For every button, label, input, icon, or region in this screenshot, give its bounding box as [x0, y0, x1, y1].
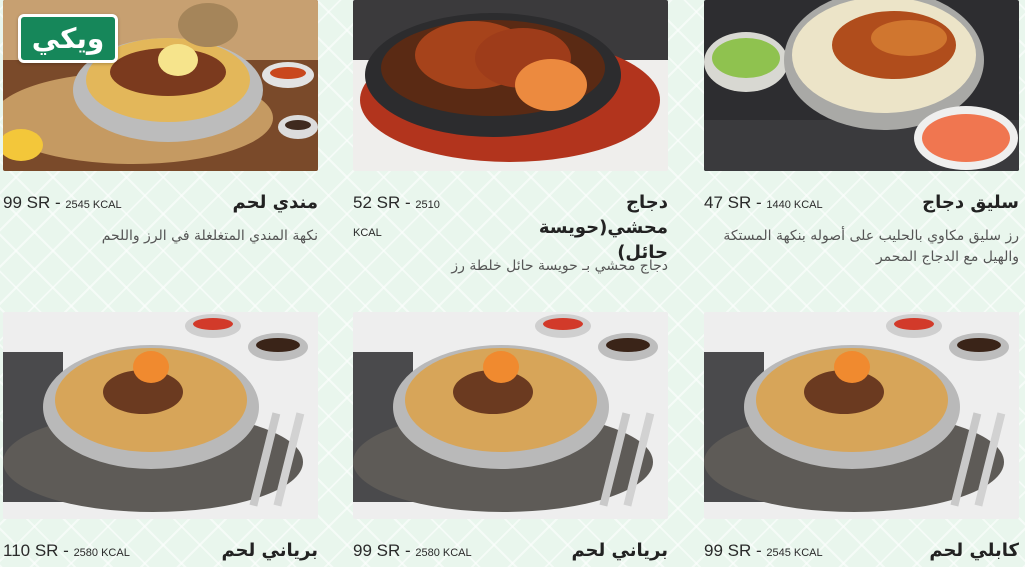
dish-description: رز سليق مكاوي بالحليب على أصوله بنكهة ال… [723, 228, 1019, 265]
dish-description: دجاج محشي بـ حويسة حائل خلطة رز [451, 258, 668, 274]
dish-price: 99 SR - 2545 KCAL [704, 541, 823, 560]
dish-name: كابلي لحم [929, 540, 1019, 561]
dish-name: دجاج محشي(حويسة حائل) [538, 192, 668, 263]
dish-description: نكهة المندي المتغلغلة في الرز واللحم [101, 228, 318, 244]
dish-price: 110 SR - 2580 KCAL [3, 541, 130, 560]
dish-photo [353, 0, 668, 171]
dish-photo [353, 312, 668, 519]
dish-photo [704, 0, 1019, 171]
dish-name: مندي لحم [232, 192, 319, 213]
dish-photo [3, 312, 318, 519]
dish-price: 99 SR - 2545 KCAL [3, 193, 122, 212]
brand-logo[interactable]: ويكي [18, 14, 118, 63]
dish-price: 99 SR - 2580 KCAL [353, 541, 472, 560]
dish-name: برياني لحم [571, 540, 668, 561]
dish-name: سليق دجاج [922, 192, 1019, 213]
dish-price: 47 SR - 1440 KCAL [704, 193, 823, 212]
dish-name: برياني لحم [221, 540, 318, 561]
dish-photo [704, 312, 1019, 519]
brand-logo-text: ويكي [31, 22, 105, 55]
dish-price: 52 SR - 2510 KCAL [353, 193, 440, 239]
